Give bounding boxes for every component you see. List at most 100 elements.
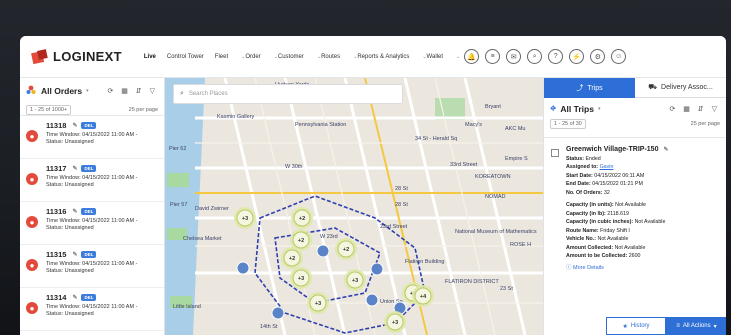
- map-search-input[interactable]: Search Places: [189, 91, 228, 97]
- order-list-item[interactable]: ● 11316 ✎ DEL Time Window: 04/15/2022 11:00 …: [20, 202, 164, 245]
- nav-routes[interactable]: Routes: [321, 54, 340, 60]
- map-label: 33rd Street: [450, 162, 478, 168]
- edit-icon[interactable]: ✎: [72, 251, 77, 258]
- map-cluster-marker[interactable]: +3: [384, 311, 406, 333]
- edit-icon[interactable]: ✎: [72, 208, 77, 215]
- map-view[interactable]: Hudson Yards34 St - Penn StationKasmin G…: [165, 78, 543, 335]
- order-list-item[interactable]: ● 11317 ✎ DEL Time Window: 04/15/2022 11:00 …: [20, 159, 164, 202]
- cluster-count: +2: [299, 216, 305, 222]
- order-id[interactable]: 11314: [46, 293, 66, 302]
- history-button[interactable]: ★ History: [606, 317, 666, 335]
- map-cluster-marker[interactable]: +2: [291, 207, 313, 229]
- map-pin-icon[interactable]: [365, 293, 379, 307]
- map-label: National Museum of Mathematics: [455, 229, 537, 235]
- detail-key: Capacity (in units):: [566, 202, 614, 208]
- map-label: Little Island: [173, 304, 201, 310]
- order-status: Status: Unassigned: [46, 225, 94, 231]
- nav-order[interactable]: Order: [245, 54, 260, 60]
- more-details-link[interactable]: ⓘ More Details: [566, 263, 720, 271]
- map-search[interactable]: ⌕ Search Places: [173, 84, 403, 104]
- settings-icon[interactable]: ⚙: [590, 49, 606, 64]
- trip-detail-line: Assigned to: Gavin: [566, 164, 720, 170]
- detail-key: Vehicle No.:: [566, 236, 597, 242]
- logo[interactable]: LOGINEXT: [30, 48, 122, 65]
- detail-value: Friday Shift I: [600, 227, 630, 234]
- map-pin-icon[interactable]: [271, 306, 285, 320]
- nav-live[interactable]: Live: [144, 54, 156, 60]
- nav-customer[interactable]: Customer: [278, 54, 304, 60]
- edit-icon[interactable]: ✎: [72, 294, 77, 301]
- map-cluster-marker[interactable]: +3: [290, 267, 312, 289]
- map-label: David Zwirner: [195, 206, 229, 212]
- chat-icon[interactable]: ✉: [506, 49, 522, 64]
- trip-detail-line: Vehicle No.: Not Available: [566, 236, 720, 242]
- trips-per-page[interactable]: 25 per page: [691, 121, 720, 127]
- detail-key: Status:: [566, 155, 584, 162]
- bell-icon[interactable]: 🔔: [464, 49, 480, 64]
- map-cluster-marker[interactable]: +2: [335, 238, 357, 260]
- orders-toolbar-icons[interactable]: ⟳ ▦ ⇵ ▽: [107, 87, 158, 95]
- chevron-down-icon[interactable]: ▾: [598, 106, 601, 112]
- order-id[interactable]: 11315: [46, 250, 66, 259]
- trip-detail-line: End Date: 04/15/2022 01:21 PM: [566, 181, 720, 187]
- cluster-count: +3: [352, 278, 358, 284]
- nav-reports-analytics[interactable]: Reports & Analytics: [357, 54, 409, 60]
- orders-title[interactable]: All Orders: [41, 86, 82, 96]
- detail-value: 2600: [628, 253, 641, 259]
- map-cluster-marker[interactable]: +2: [281, 247, 303, 269]
- orders-range[interactable]: 1 - 25 of 1000+: [26, 105, 72, 115]
- trips-title[interactable]: All Trips: [560, 104, 594, 114]
- order-list-item[interactable]: ● 11315 ✎ DEL Time Window: 04/15/2022 11:00 …: [20, 245, 164, 288]
- order-status: Status: Unassigned: [46, 139, 94, 145]
- map-pin-icon[interactable]: [316, 244, 330, 258]
- help-icon[interactable]: ?: [548, 49, 564, 64]
- history-icon: ★: [622, 323, 628, 330]
- map-label: W 30th: [285, 164, 302, 170]
- trip-checkbox[interactable]: [551, 149, 559, 157]
- nav-fleet[interactable]: Fleet: [215, 54, 228, 60]
- map-label: W 23rd: [320, 234, 338, 240]
- map-cluster-marker[interactable]: +3: [344, 269, 366, 291]
- trips-list-icon: ⛖: [550, 104, 557, 113]
- chevron-down-icon[interactable]: ▾: [86, 88, 89, 94]
- detail-value: Not Available: [597, 236, 629, 242]
- tab-delivery-associates[interactable]: ⛟ Delivery Assoc...: [635, 78, 726, 98]
- user-icon[interactable]: ☺: [611, 49, 627, 64]
- all-actions-button[interactable]: ≡ All Actions ▾: [666, 317, 726, 335]
- tab-trips[interactable]: ⤴ Trips: [544, 78, 635, 98]
- search-icon[interactable]: ⌕: [527, 49, 543, 64]
- trips-header: ⛖ All Trips ▾ ⟳ ▦ ⇵ ▽ 1 - 25 of 30 25 pe…: [544, 98, 726, 138]
- trips-toolbar-icons[interactable]: ⟳ ▦ ⇵ ▽: [669, 105, 720, 113]
- map-cluster-marker[interactable]: +3: [307, 292, 329, 314]
- trip-name[interactable]: Greenwich Village-TRIP-150: [566, 146, 658, 153]
- map-cluster-marker[interactable]: +4: [412, 285, 434, 307]
- bolt-icon[interactable]: ⚡: [569, 49, 585, 64]
- cluster-count: +3: [315, 301, 321, 307]
- trips-range[interactable]: 1 - 25 of 30: [550, 119, 586, 129]
- edit-icon[interactable]: ✎: [663, 146, 668, 153]
- menu-icon: ≡: [676, 323, 680, 329]
- orders-per-page[interactable]: 25 per page: [129, 107, 158, 113]
- map-cluster-marker[interactable]: +3: [234, 207, 256, 229]
- cluster-count: +3: [242, 216, 248, 222]
- edit-icon[interactable]: ✎: [72, 165, 77, 172]
- trip-detail-line: Start Date: 04/15/2022 06:11 AM: [566, 173, 720, 179]
- map-canvas[interactable]: Hudson Yards34 St - Penn StationKasmin G…: [165, 78, 543, 335]
- detail-value[interactable]: Gavin: [600, 164, 614, 170]
- order-list-item[interactable]: ● 11318 ✎ DEL Time Window: 04/15/2022 11:00 …: [20, 116, 164, 159]
- order-id[interactable]: 11318: [46, 121, 66, 130]
- edit-icon[interactable]: ✎: [72, 122, 77, 129]
- map-label: Pier 62: [169, 146, 186, 152]
- nav-wallet[interactable]: Wallet: [427, 54, 443, 60]
- map-pin-icon[interactable]: [370, 262, 384, 276]
- map-pin-icon[interactable]: [236, 261, 250, 275]
- order-id[interactable]: 11317: [46, 164, 66, 173]
- order-id[interactable]: 11316: [46, 207, 66, 216]
- nav-control-tower[interactable]: Control Tower: [167, 54, 204, 60]
- list-icon[interactable]: ≡: [485, 49, 501, 64]
- cluster-count: +2: [343, 247, 349, 253]
- trip-card[interactable]: Greenwich Village-TRIP-150 ✎ Status: End…: [544, 138, 726, 271]
- map-label: 28 St: [395, 202, 408, 208]
- order-list-item[interactable]: ● 11314 ✎ DEL Time Window: 04/15/2022 11:00 …: [20, 288, 164, 331]
- map-label: ROSE H: [510, 242, 531, 248]
